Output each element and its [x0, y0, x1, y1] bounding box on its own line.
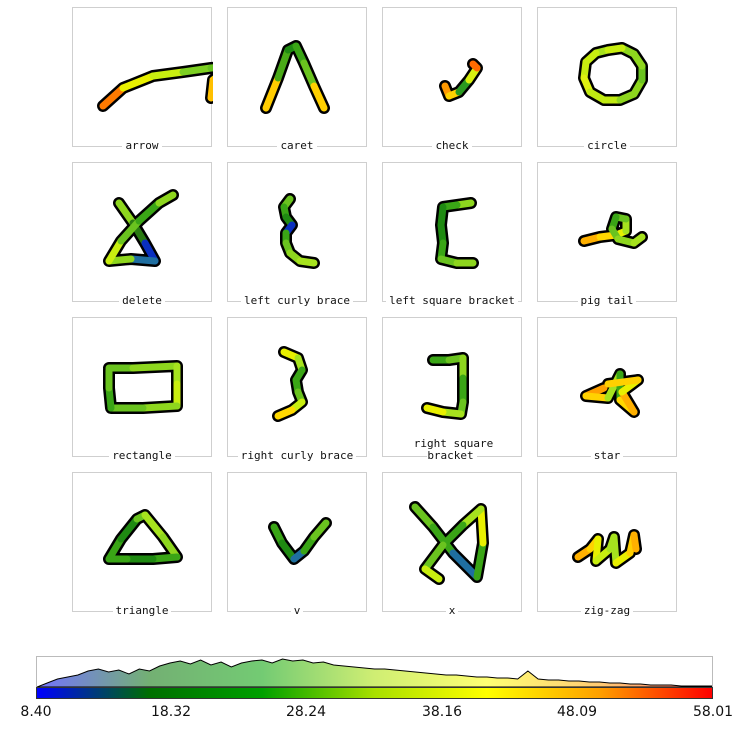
gesture-stroke-segment: [630, 531, 640, 553]
gesture-label-text: right curly brace: [237, 449, 357, 462]
gesture-label: delete: [73, 294, 211, 307]
gesture-stroke-canvas: [103, 509, 183, 565]
value-histogram: [36, 656, 713, 688]
gesture-label: right square bracket: [383, 437, 521, 462]
gesture-label: caret: [228, 139, 366, 152]
gesture-stroke-segment: [604, 44, 626, 54]
gesture-stroke-canvas: [580, 368, 644, 418]
gesture-stroke-segment: [179, 64, 213, 76]
gesture-cell: left curly brace: [227, 162, 367, 307]
gesture-stroke-segment: [310, 82, 328, 112]
gesture-stroke-canvas: [578, 42, 648, 106]
gesture-label-text: triangle: [112, 604, 172, 617]
gesture-stroke-segment: [604, 376, 642, 388]
gesture-stroke-canvas: [409, 501, 489, 585]
histogram-area: [37, 658, 712, 687]
gesture-label: triangle: [73, 604, 211, 617]
gesture-stroke-segment: [139, 402, 181, 412]
gesture-cell: left square bracket: [382, 162, 522, 307]
gesture-label: x: [383, 604, 521, 617]
gesture-stroke-segment: [630, 233, 646, 247]
gesture-stroke-segment: [207, 64, 213, 72]
gesture-stroke-outline: [421, 352, 469, 420]
colorbar-tick-label: 38.16: [421, 704, 463, 720]
gesture-cell: delete: [72, 162, 212, 307]
colorbar-tick-label: 48.09: [556, 704, 598, 720]
gesture-cell: check: [382, 7, 522, 152]
gesture-stroke-canvas: [103, 189, 179, 267]
gesture-stroke-segment: [469, 60, 481, 72]
gesture-label-text: pig tail: [577, 294, 637, 307]
color-legend: 8.40 18.32 28.24 38.16 48.09 58.01: [20, 656, 733, 732]
gesture-cell: circle: [537, 7, 677, 152]
gesture-label-text: zig-zag: [580, 604, 634, 617]
gesture-stroke-canvas: [578, 211, 648, 249]
gesture-label: v: [228, 604, 366, 617]
gesture-label: zig-zag: [538, 604, 676, 617]
gesture-stroke-segment: [423, 404, 447, 416]
gesture-label: rectangle: [73, 449, 211, 462]
colorbar-tick-label: 18.32: [150, 704, 192, 720]
gesture-label-text: left square bracket: [386, 294, 518, 307]
gesture-label-text: delete: [119, 294, 165, 307]
gesture-cell: arrow: [72, 7, 213, 152]
histogram-curve: [37, 658, 712, 687]
gesture-label-text: left curly brace: [241, 294, 353, 307]
colorbar-tick-label: 8.40: [20, 704, 52, 720]
gesture-label-text: circle: [584, 139, 630, 152]
gesture-label: right curly brace: [228, 449, 366, 462]
gesture-cell: right curly brace: [227, 317, 367, 462]
gesture-stroke-canvas: [435, 197, 479, 269]
gesture-cell: right square bracket: [382, 317, 522, 462]
gesture-cell: rectangle: [72, 317, 212, 462]
gesture-label: arrow: [73, 139, 211, 152]
gesture-stroke-segment: [149, 553, 181, 563]
gesture-cell: x: [382, 472, 522, 617]
gesture-cell: triangle: [72, 472, 212, 617]
gesture-stroke-segment: [129, 362, 181, 372]
gesture-cell: zig-zag: [537, 472, 677, 617]
gesture-label: left square bracket: [383, 294, 521, 307]
gesture-stroke-segment: [296, 257, 318, 267]
colorbar-tick-label: 58.01: [692, 704, 734, 720]
gesture-stroke-canvas: [260, 40, 330, 114]
gesture-stroke-canvas: [103, 360, 183, 414]
gesture-label-text: caret: [277, 139, 317, 152]
gesture-stroke-canvas: [272, 346, 308, 422]
gesture-cell: pig tail: [537, 162, 677, 307]
colorbar: [36, 687, 713, 699]
gesture-stroke-segment: [300, 59, 318, 90]
gesture-grid: arrow caret check circle delete left curly br…: [72, 7, 678, 617]
gesture-label-text: rectangle: [109, 449, 175, 462]
gesture-label-text: arrow: [122, 139, 162, 152]
gesture-stroke-segment: [127, 255, 159, 265]
colorbar-tick-label: 28.24: [285, 704, 327, 720]
gesture-cell: star: [537, 317, 677, 462]
gesture-cell: caret: [227, 7, 367, 152]
colorbar-fill: [37, 688, 712, 698]
gesture-label-text: v: [290, 604, 304, 617]
gesture-stroke-segment: [207, 76, 213, 102]
gesture-stroke-segment: [477, 505, 487, 547]
gesture-stroke-canvas: [572, 529, 642, 569]
gesture-label-text: star: [590, 449, 624, 462]
gesture-stroke-outline: [103, 360, 183, 414]
gesture-stroke-canvas: [97, 61, 213, 112]
gesture-stroke-canvas: [439, 58, 483, 102]
gesture-label-text: check: [432, 139, 472, 152]
gesture-label: star: [538, 449, 676, 462]
gesture-label: check: [383, 139, 521, 152]
gesture-stroke-canvas: [278, 193, 320, 269]
gesture-label-text: x: [445, 604, 459, 617]
gesture-stroke-segment: [310, 519, 330, 541]
gesture-stroke-segment: [274, 46, 292, 82]
gesture-cell: v: [227, 472, 367, 617]
gesture-stroke-segment: [149, 68, 187, 80]
gesture-stroke-canvas: [268, 517, 332, 565]
gesture-label: pig tail: [538, 294, 676, 307]
gesture-label-text: right square bracket: [410, 437, 494, 462]
gesture-label: left curly brace: [228, 294, 366, 307]
colorbar-gradient: [37, 688, 712, 698]
gesture-label: circle: [538, 139, 676, 152]
